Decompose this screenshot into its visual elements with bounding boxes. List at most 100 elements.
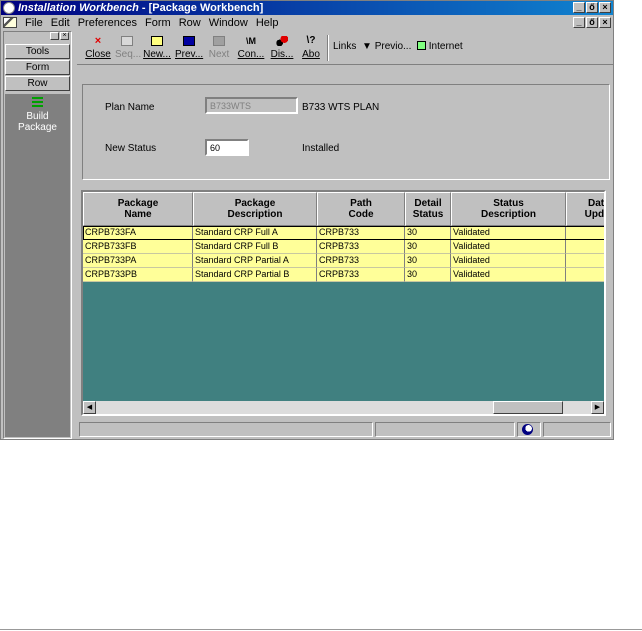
horizontal-scrollbar[interactable]: ◀ ▶ bbox=[83, 401, 604, 414]
menu-form[interactable]: Form bbox=[141, 17, 175, 29]
toolbar-separator bbox=[327, 35, 329, 61]
table-cell[interactable]: 30 bbox=[405, 268, 451, 282]
table-row[interactable]: CRPB733PB Standard CRP Partial B CRPB733 30… bbox=[83, 268, 604, 282]
menu-row[interactable]: Row bbox=[175, 17, 205, 29]
display-icon bbox=[276, 36, 288, 46]
copy-icon: \M bbox=[246, 36, 256, 46]
app-icon bbox=[3, 2, 15, 14]
previo-dropdown[interactable]: ▼ Previo... bbox=[362, 41, 411, 52]
exit-bar-tab-row[interactable]: Row bbox=[5, 76, 70, 91]
menu-edit[interactable]: Edit bbox=[47, 17, 74, 29]
table-cell[interactable]: Validated bbox=[451, 268, 566, 282]
con-button[interactable]: \M Con... bbox=[237, 33, 265, 63]
close-button[interactable]: × Close bbox=[85, 33, 111, 63]
new-status-description: Installed bbox=[302, 143, 340, 154]
links-menu[interactable]: Links bbox=[333, 41, 356, 52]
table-row[interactable]: CRPB733FB Standard CRP Full B CRPB733 30 Val… bbox=[83, 240, 604, 254]
table-cell[interactable]: CRPB733PA bbox=[83, 254, 193, 268]
column-header-detail-status[interactable]: Detail Status bbox=[405, 192, 451, 226]
close-window-button[interactable]: × bbox=[599, 2, 611, 13]
document-icon bbox=[3, 17, 17, 28]
column-header-package-description[interactable]: Package Description bbox=[193, 192, 317, 226]
table-cell[interactable]: Standard CRP Full A bbox=[193, 226, 317, 240]
menu-window[interactable]: Window bbox=[205, 17, 252, 29]
table-cell[interactable]: Validated bbox=[451, 226, 566, 240]
table-cell[interactable]: CRPB733 bbox=[317, 268, 405, 282]
package-grid: Package Name Package Description Path Co… bbox=[81, 190, 606, 416]
build-package-label: Build Package bbox=[18, 111, 57, 133]
table-cell[interactable] bbox=[566, 226, 604, 240]
build-package-item[interactable]: Build Package bbox=[5, 96, 70, 133]
application-window: Installation Workbench - [Package Workbe… bbox=[0, 0, 614, 440]
scroll-right-button[interactable]: ▶ bbox=[591, 401, 604, 414]
sequence-icon bbox=[121, 36, 133, 46]
exit-bar: × Tools Form Row Build Package bbox=[3, 31, 72, 439]
header-form-panel: Plan Name B733 WTS PLAN New Status Insta… bbox=[82, 84, 610, 180]
previous-icon bbox=[183, 36, 195, 46]
table-row[interactable]: CRPB733PA Standard CRP Partial A CRPB733 30… bbox=[83, 254, 604, 268]
mdi-close-button[interactable]: × bbox=[599, 17, 611, 28]
table-cell[interactable]: Standard CRP Partial A bbox=[193, 254, 317, 268]
grid-header: Package Name Package Description Path Co… bbox=[83, 192, 604, 226]
table-cell[interactable]: CRPB733PB bbox=[83, 268, 193, 282]
status-pane-extra bbox=[543, 422, 611, 437]
scroll-left-button[interactable]: ◀ bbox=[83, 401, 96, 414]
table-cell[interactable] bbox=[566, 240, 604, 254]
table-row[interactable]: CRPB733FA Standard CRP Full A CRPB733 30 Val… bbox=[83, 226, 604, 240]
internet-link[interactable]: Internet bbox=[417, 41, 463, 52]
table-cell[interactable]: 30 bbox=[405, 254, 451, 268]
exit-bar-close-button[interactable]: × bbox=[60, 32, 69, 40]
internet-icon bbox=[417, 41, 426, 50]
exit-bar-minimize-button[interactable] bbox=[50, 32, 59, 40]
table-cell[interactable]: Standard CRP Partial B bbox=[193, 268, 317, 282]
globe-icon bbox=[522, 424, 533, 435]
table-cell[interactable]: 30 bbox=[405, 226, 451, 240]
table-cell[interactable]: CRPB733 bbox=[317, 254, 405, 268]
table-cell[interactable] bbox=[566, 254, 604, 268]
build-package-icon bbox=[31, 96, 45, 108]
new-folder-icon bbox=[151, 36, 163, 46]
table-cell[interactable]: CRPB733 bbox=[317, 240, 405, 254]
table-cell[interactable]: CRPB733 bbox=[317, 226, 405, 240]
status-bar bbox=[77, 420, 613, 439]
toolbar: × Close Seq... New... Prev... Next \M Co… bbox=[77, 31, 613, 65]
table-cell[interactable]: CRPB733FB bbox=[83, 240, 193, 254]
menu-file[interactable]: File bbox=[21, 17, 47, 29]
menu-help[interactable]: Help bbox=[252, 17, 283, 29]
next-button[interactable]: Next bbox=[207, 33, 231, 63]
title-bar[interactable]: Installation Workbench - [Package Workbe… bbox=[1, 1, 613, 15]
exit-bar-tab-form[interactable]: Form bbox=[5, 60, 70, 75]
close-x-icon: × bbox=[94, 35, 102, 47]
about-button[interactable]: \? Abo bbox=[299, 33, 323, 63]
new-status-field[interactable] bbox=[205, 139, 249, 156]
column-header-path-code[interactable]: Path Code bbox=[317, 192, 405, 226]
scroll-thumb[interactable] bbox=[493, 401, 563, 414]
column-header-date-updated[interactable]: Date Updat bbox=[566, 192, 604, 226]
table-cell[interactable]: Standard CRP Full B bbox=[193, 240, 317, 254]
new-status-label: New Status bbox=[105, 143, 157, 154]
table-cell[interactable]: CRPB733FA bbox=[83, 226, 193, 240]
exit-bar-items: Build Package bbox=[5, 94, 70, 437]
table-cell[interactable]: 30 bbox=[405, 240, 451, 254]
mdi-restore-button[interactable]: ő bbox=[586, 17, 598, 28]
table-cell[interactable]: Validated bbox=[451, 254, 566, 268]
prev-button[interactable]: Prev... bbox=[175, 33, 203, 63]
menu-preferences[interactable]: Preferences bbox=[74, 17, 141, 29]
maximize-button[interactable]: ő bbox=[586, 2, 598, 13]
exit-bar-tab-tools[interactable]: Tools bbox=[5, 44, 70, 59]
column-header-package-name[interactable]: Package Name bbox=[83, 192, 193, 226]
dropdown-arrow-icon: ▼ bbox=[362, 41, 372, 52]
next-icon bbox=[213, 36, 225, 46]
mdi-minimize-button[interactable]: _ bbox=[573, 17, 585, 28]
status-pane-message bbox=[79, 422, 373, 437]
table-cell[interactable] bbox=[566, 268, 604, 282]
plan-name-field bbox=[205, 97, 298, 114]
menu-bar: File Edit Preferences Form Row Window He… bbox=[1, 15, 613, 30]
table-cell[interactable]: Validated bbox=[451, 240, 566, 254]
form-client-area: Plan Name B733 WTS PLAN New Status Insta… bbox=[77, 67, 613, 439]
column-header-status-description[interactable]: Status Description bbox=[451, 192, 566, 226]
minimize-button[interactable]: _ bbox=[573, 2, 585, 13]
seq-button[interactable]: Seq... bbox=[115, 33, 141, 63]
new-button[interactable]: New... bbox=[143, 33, 171, 63]
dis-button[interactable]: Dis... bbox=[269, 33, 295, 63]
